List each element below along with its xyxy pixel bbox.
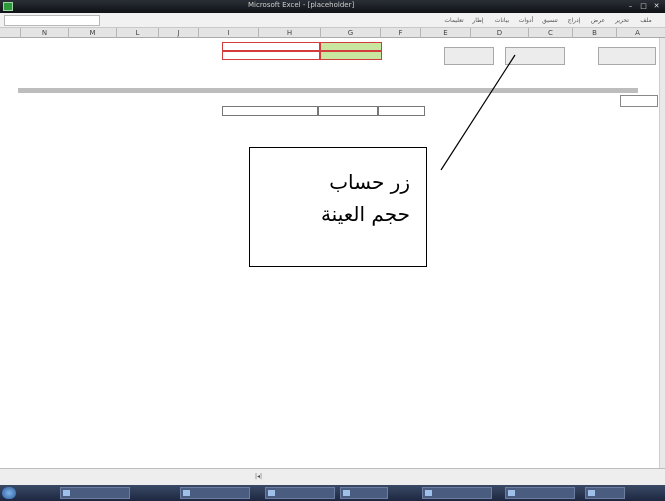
red-label-text-cell[interactable]: [320, 51, 382, 60]
column-header[interactable]: E: [420, 28, 470, 38]
window-controls: – □ ✕: [625, 1, 663, 11]
callout-line-2: حجم العينة: [320, 202, 410, 226]
selected-cell[interactable]: [620, 95, 658, 107]
minimize-button[interactable]: –: [625, 1, 636, 11]
start-button[interactable]: [2, 487, 16, 499]
vertical-scrollbar[interactable]: [659, 38, 665, 468]
name-box[interactable]: [4, 15, 100, 26]
menu-item[interactable]: أدوات: [515, 16, 537, 25]
data-table-header[interactable]: [318, 106, 378, 116]
column-header[interactable]: M: [68, 28, 116, 38]
menu-bar: ملف تحرير عرض إدراج تنسيق أدوات بيانات إ…: [0, 13, 665, 28]
hint-text: [440, 68, 660, 76]
data-table-headers: [222, 106, 425, 116]
annotation-callout: زر حساب حجم العينة: [249, 147, 427, 267]
close-button[interactable]: ✕: [651, 1, 662, 11]
data-table-title: [272, 95, 332, 104]
column-header[interactable]: B: [572, 28, 616, 38]
green-label-cell[interactable]: [320, 42, 382, 51]
menu-item[interactable]: بيانات: [491, 16, 513, 25]
taskbar-item[interactable]: [60, 487, 130, 499]
column-headers: N M L J I H G F E D C B A: [0, 28, 665, 38]
taskbar-item[interactable]: [180, 487, 250, 499]
column-header[interactable]: D: [470, 28, 528, 38]
menu-item[interactable]: عرض: [587, 16, 609, 25]
os-taskbar: [0, 485, 665, 501]
red-label-cell-2[interactable]: [222, 51, 320, 60]
calculate-sample-size-button[interactable]: [598, 47, 656, 65]
back-button[interactable]: [444, 47, 494, 65]
excel-app-icon: [3, 2, 13, 11]
taskbar-item[interactable]: [265, 487, 335, 499]
taskbar-item[interactable]: [340, 487, 388, 499]
column-header[interactable]: G: [320, 28, 380, 38]
sheet-tabs[interactable]: [430, 471, 660, 483]
callout-line-1: زر حساب: [329, 170, 410, 194]
column-header[interactable]: A: [616, 28, 658, 38]
taskbar-item[interactable]: [505, 487, 575, 499]
taskbar-clock: [637, 488, 661, 498]
column-header[interactable]: N: [20, 28, 68, 38]
column-header[interactable]: H: [258, 28, 320, 38]
maximize-button[interactable]: □: [638, 1, 649, 11]
section-divider: [18, 88, 638, 93]
taskbar-item[interactable]: [422, 487, 492, 499]
column-header[interactable]: F: [380, 28, 420, 38]
data-table-header[interactable]: [222, 106, 318, 116]
menu-item[interactable]: إطار: [467, 16, 489, 25]
menu-item[interactable]: تنسيق: [539, 16, 561, 25]
column-header[interactable]: C: [528, 28, 572, 38]
menu-item[interactable]: إدراج: [563, 16, 585, 25]
taskbar-item[interactable]: [585, 487, 625, 499]
red-label-cell[interactable]: [222, 42, 320, 51]
select-sample-button[interactable]: [505, 47, 565, 65]
status-text: [4, 472, 84, 482]
column-header[interactable]: L: [116, 28, 158, 38]
scroll-indicator[interactable]: |◂|: [255, 472, 285, 482]
window-titlebar: Microsoft Excel - [placeholder] – □ ✕: [0, 0, 665, 13]
menu-item[interactable]: تحرير: [611, 16, 633, 25]
column-header[interactable]: J: [158, 28, 198, 38]
window-title: Microsoft Excel - [placeholder]: [248, 1, 355, 9]
status-bar: |◂|: [0, 468, 665, 485]
data-table-header[interactable]: [378, 106, 425, 116]
menu: ملف تحرير عرض إدراج تنسيق أدوات بيانات إ…: [419, 14, 659, 27]
menu-item[interactable]: ملف: [635, 16, 657, 25]
column-header[interactable]: I: [198, 28, 258, 38]
menu-item[interactable]: تعليمات: [443, 16, 465, 25]
